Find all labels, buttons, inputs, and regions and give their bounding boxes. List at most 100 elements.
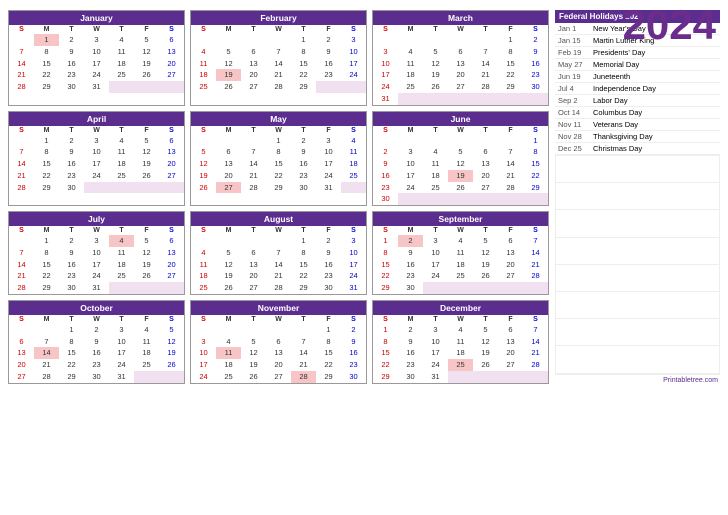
day-cell: 23: [59, 69, 84, 81]
calendars-grid: JanuarySMTWTFS12345678910111213141516171…: [8, 10, 549, 384]
day-header: F: [316, 226, 341, 235]
day-cell: 30: [59, 182, 84, 194]
day-cell: 15: [59, 347, 84, 359]
day-header: S: [341, 126, 366, 135]
day-cell: 17: [191, 359, 216, 371]
day-cell: 14: [9, 58, 34, 70]
day-header: F: [498, 126, 523, 135]
day-cell: 9: [291, 146, 316, 158]
day-header: T: [473, 315, 498, 324]
day-cell: 24: [84, 270, 109, 282]
day-cell: 2: [523, 34, 548, 46]
blank-row: [556, 156, 719, 183]
day-cell: 29: [498, 81, 523, 93]
month-january: JanuarySMTWTFS12345678910111213141516171…: [8, 10, 185, 106]
day-header: M: [216, 226, 241, 235]
day-cell: 26: [473, 270, 498, 282]
shaded-cell: [159, 81, 184, 93]
day-cell: 16: [398, 347, 423, 359]
shaded-cell: [398, 193, 423, 205]
day-cell: 30: [84, 371, 109, 383]
day-cell: 23: [291, 170, 316, 182]
shaded-cell: [448, 371, 473, 383]
month-march: MarchSMTWTFS1234567891011121314151617181…: [372, 10, 549, 106]
day-cell: 1: [523, 135, 548, 147]
shaded-cell: [498, 93, 523, 105]
day-cell: 10: [191, 347, 216, 359]
empty-cell: [9, 34, 34, 46]
shaded-cell: [498, 193, 523, 205]
day-cell: 22: [523, 170, 548, 182]
day-cell: 22: [498, 69, 523, 81]
day-cell: 6: [159, 235, 184, 247]
day-cell: 29: [291, 282, 316, 294]
day-cell: 10: [341, 247, 366, 259]
day-cell: 21: [9, 69, 34, 81]
blank-row: [556, 210, 719, 237]
holiday-date: Nov 11: [555, 119, 590, 131]
day-cell: 10: [109, 336, 134, 348]
day-cell: 20: [473, 170, 498, 182]
day-header: T: [291, 126, 316, 135]
day-cell: 4: [341, 135, 366, 147]
day-header: F: [498, 315, 523, 324]
day-cell: 6: [9, 336, 34, 348]
day-cell: 25: [109, 69, 134, 81]
day-cell: 4: [109, 34, 134, 46]
day-cell: 25: [423, 182, 448, 194]
day-cell: 7: [291, 336, 316, 348]
day-cell: 14: [523, 247, 548, 259]
day-cell: 13: [159, 247, 184, 259]
day-cell: 26: [423, 81, 448, 93]
day-cell: 30: [398, 282, 423, 294]
day-cell: 27: [498, 270, 523, 282]
holiday-row: Dec 25Christmas Day: [555, 143, 720, 155]
day-cell: 30: [59, 282, 84, 294]
month-july: JulySMTWTFS12345678910111213141516171819…: [8, 211, 185, 295]
day-cell: 16: [59, 158, 84, 170]
day-header: M: [216, 315, 241, 324]
day-cell: 20: [159, 259, 184, 271]
day-cell: 30: [316, 282, 341, 294]
month-header-april: April: [9, 112, 184, 126]
day-cell: 25: [216, 371, 241, 383]
day-cell: 19: [473, 347, 498, 359]
day-cell: 24: [191, 371, 216, 383]
day-header: M: [216, 25, 241, 34]
day-cell: 14: [523, 336, 548, 348]
day-cell: 1: [373, 324, 398, 336]
day-cell: 18: [423, 170, 448, 182]
shaded-cell: [523, 371, 548, 383]
day-cell: 21: [266, 270, 291, 282]
day-cell: 7: [473, 46, 498, 58]
day-cell: 5: [191, 146, 216, 158]
day-cell: 17: [398, 170, 423, 182]
day-cell: 27: [216, 182, 241, 194]
day-cell: 31: [373, 93, 398, 105]
day-cell: 1: [291, 34, 316, 46]
day-cell: 14: [291, 347, 316, 359]
month-february: FebruarySMTWTFS1234567891011121314151617…: [190, 10, 367, 106]
day-cell: 29: [34, 182, 59, 194]
day-cell: 14: [9, 158, 34, 170]
day-cell: 29: [316, 371, 341, 383]
day-cell: 28: [9, 182, 34, 194]
day-cell: 28: [523, 270, 548, 282]
day-header: T: [59, 25, 84, 34]
empty-cell: [216, 34, 241, 46]
day-cell: 25: [191, 81, 216, 93]
day-cell: 7: [523, 324, 548, 336]
holiday-row: May 27Memorial Day: [555, 59, 720, 71]
day-cell: 13: [241, 259, 266, 271]
day-cell: 4: [134, 324, 159, 336]
day-cell: 28: [266, 81, 291, 93]
day-cell: 7: [9, 146, 34, 158]
day-cell: 9: [316, 247, 341, 259]
blank-row: [556, 183, 719, 210]
holiday-date: Sep 2: [555, 95, 590, 107]
day-cell: 24: [84, 170, 109, 182]
month-header-february: February: [191, 11, 366, 25]
day-cell: 1: [34, 34, 59, 46]
day-cell: 8: [373, 336, 398, 348]
day-cell: 20: [241, 270, 266, 282]
